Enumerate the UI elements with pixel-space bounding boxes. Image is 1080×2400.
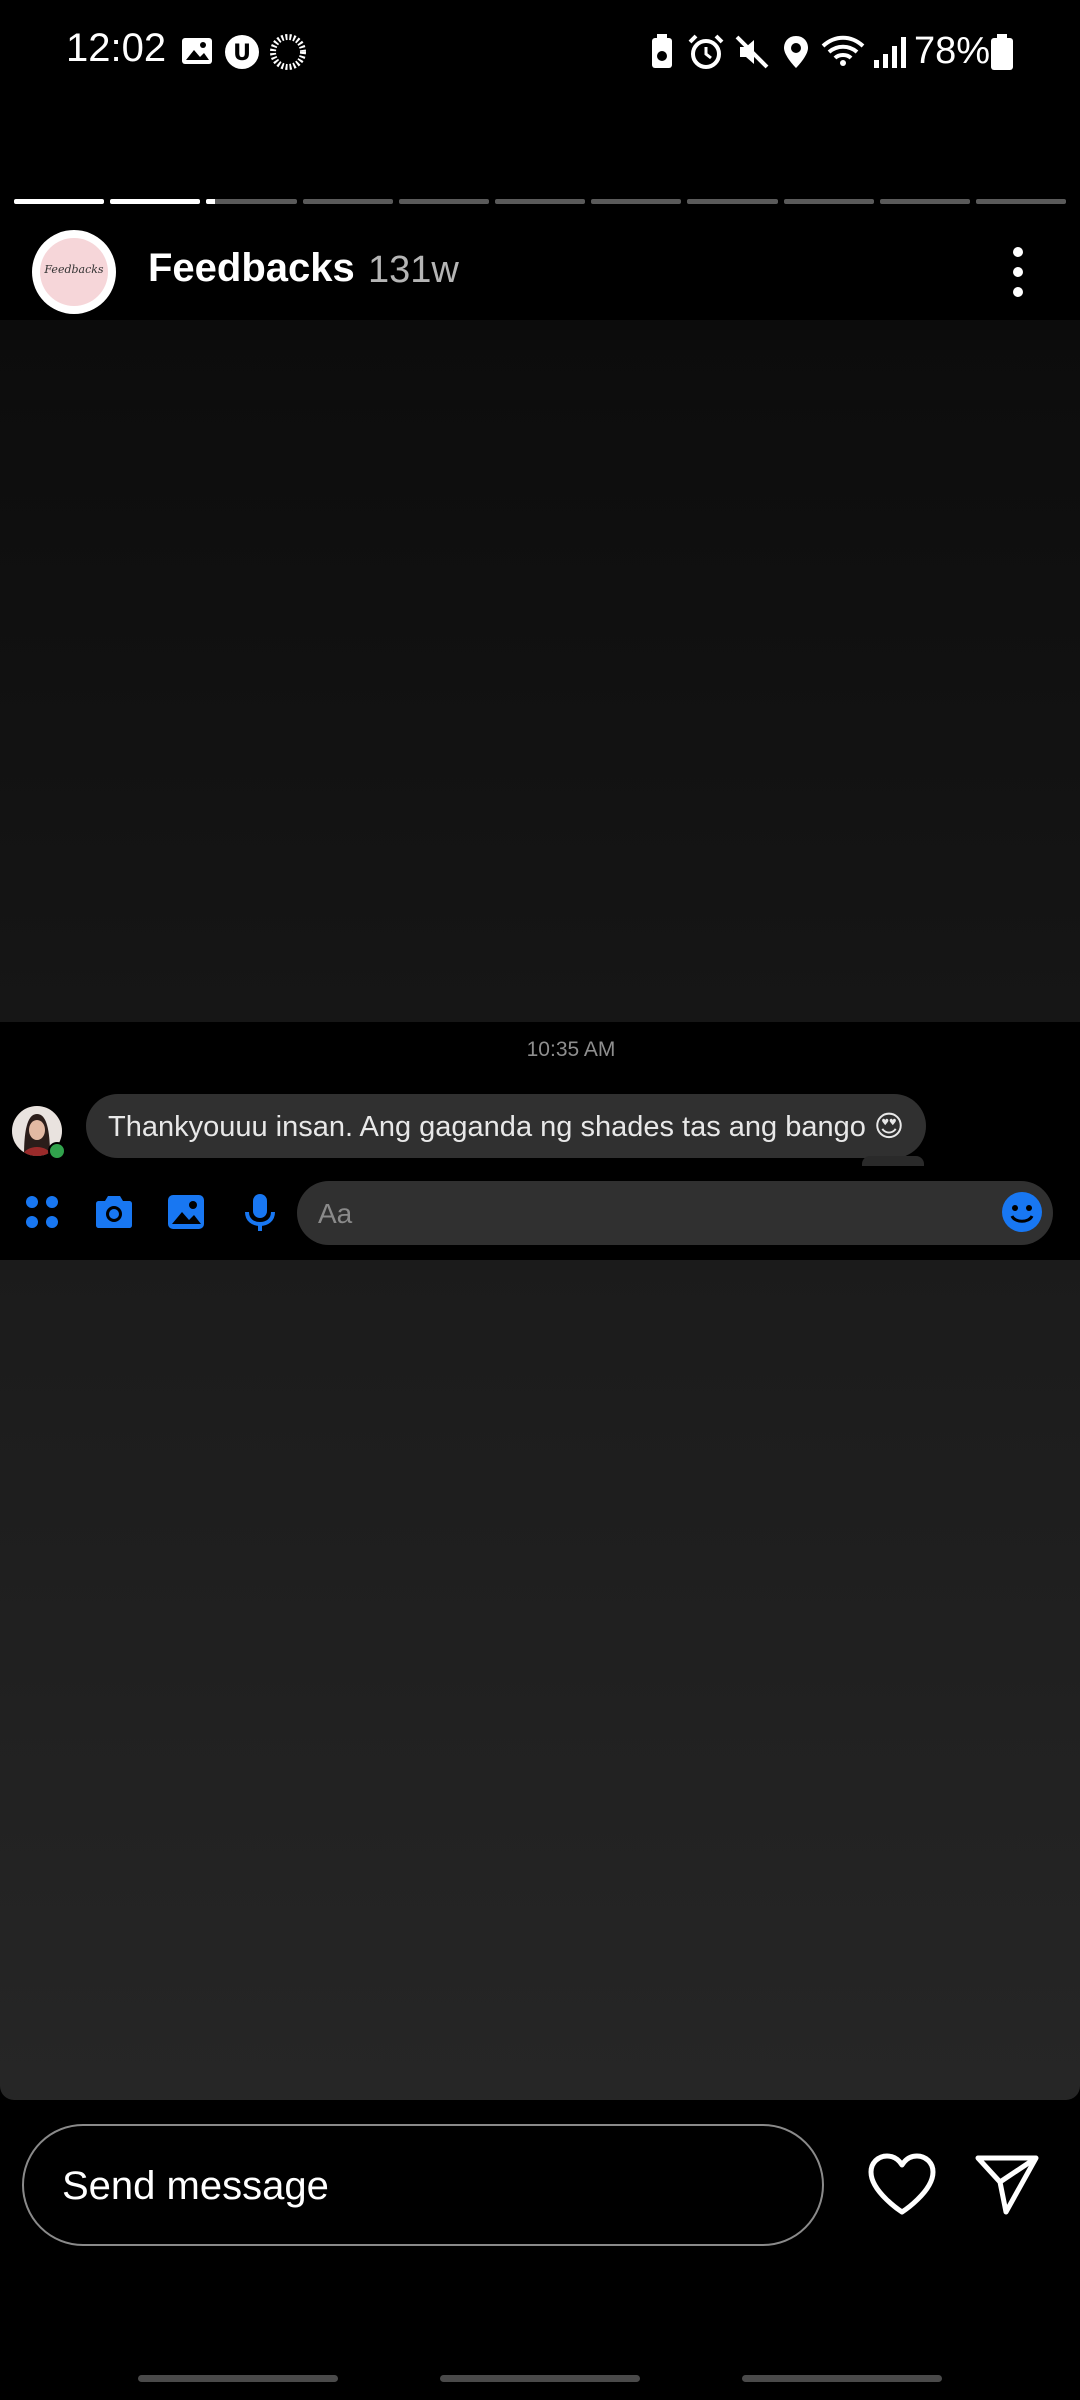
story-image-top xyxy=(0,320,1080,1022)
wifi-icon xyxy=(821,35,865,66)
message-bubble: Thankyouuu insan. Ang gaganda ng shades … xyxy=(86,1094,927,1158)
battery-percentage: 78% xyxy=(914,30,991,72)
gallery-icon xyxy=(182,38,212,64)
message-text: Thankyouuu insan. Ang gaganda ng shades … xyxy=(108,1110,905,1143)
status-bar: 12:02 U 78% xyxy=(0,0,1080,110)
story-age: 131w xyxy=(368,249,459,291)
account-name[interactable]: Feedbacks xyxy=(148,246,355,291)
story-progress-segment xyxy=(302,199,393,204)
story-progress-segment xyxy=(783,199,874,204)
account-avatar[interactable]: Feedbacks xyxy=(32,230,116,314)
mute-icon xyxy=(735,35,769,69)
camera-icon xyxy=(96,1196,132,1228)
avatar-logo-text: Feedbacks xyxy=(44,263,104,276)
story-progress-segment xyxy=(110,199,201,204)
story-progress-segment xyxy=(206,199,297,204)
apps-icon xyxy=(26,1196,58,1228)
alarm-icon xyxy=(688,34,724,69)
story-progress-bar xyxy=(14,199,1067,204)
signal-icon xyxy=(874,37,906,68)
location-icon xyxy=(784,36,808,68)
story-image-bottom[interactable] xyxy=(0,1260,1080,2100)
more-options-icon[interactable] xyxy=(1000,244,1036,300)
share-send-icon[interactable] xyxy=(974,2150,1040,2216)
emoji-icon xyxy=(1002,1192,1042,1232)
u-app-icon: U xyxy=(225,35,259,69)
story-progress-segment xyxy=(398,199,489,204)
story-progress-segment xyxy=(494,199,586,204)
story-progress-segment xyxy=(975,199,1067,204)
embedded-input-placeholder: Aa xyxy=(318,1198,353,1229)
status-time: 12:02 xyxy=(66,26,167,70)
like-heart-icon[interactable] xyxy=(866,2152,938,2218)
embedded-text-input xyxy=(297,1181,1053,1245)
microphone-icon xyxy=(245,1194,275,1231)
battery-icon xyxy=(991,34,1013,70)
nav-home-handle[interactable] xyxy=(440,2375,640,2382)
svg-text:U: U xyxy=(233,41,251,66)
online-status-dot xyxy=(48,1142,66,1160)
nav-recents-handle[interactable] xyxy=(742,2375,942,2382)
story-progress-fill xyxy=(14,199,105,204)
sync-icon xyxy=(270,34,306,70)
battery-saver-icon xyxy=(652,34,672,68)
message-timestamp: 10:35 AM xyxy=(526,1038,616,1061)
story-progress-segment xyxy=(14,199,105,204)
reaction-badge xyxy=(862,1156,924,1166)
send-message-placeholder: Send message xyxy=(62,2164,329,2208)
gallery-picker-icon xyxy=(168,1195,204,1229)
story-progress-segment xyxy=(591,199,682,204)
story-progress-segment xyxy=(879,199,970,204)
story-progress-segment xyxy=(687,199,778,204)
nav-back-handle[interactable] xyxy=(138,2375,338,2382)
story-progress-fill xyxy=(110,199,201,204)
story-progress-fill xyxy=(206,199,216,204)
